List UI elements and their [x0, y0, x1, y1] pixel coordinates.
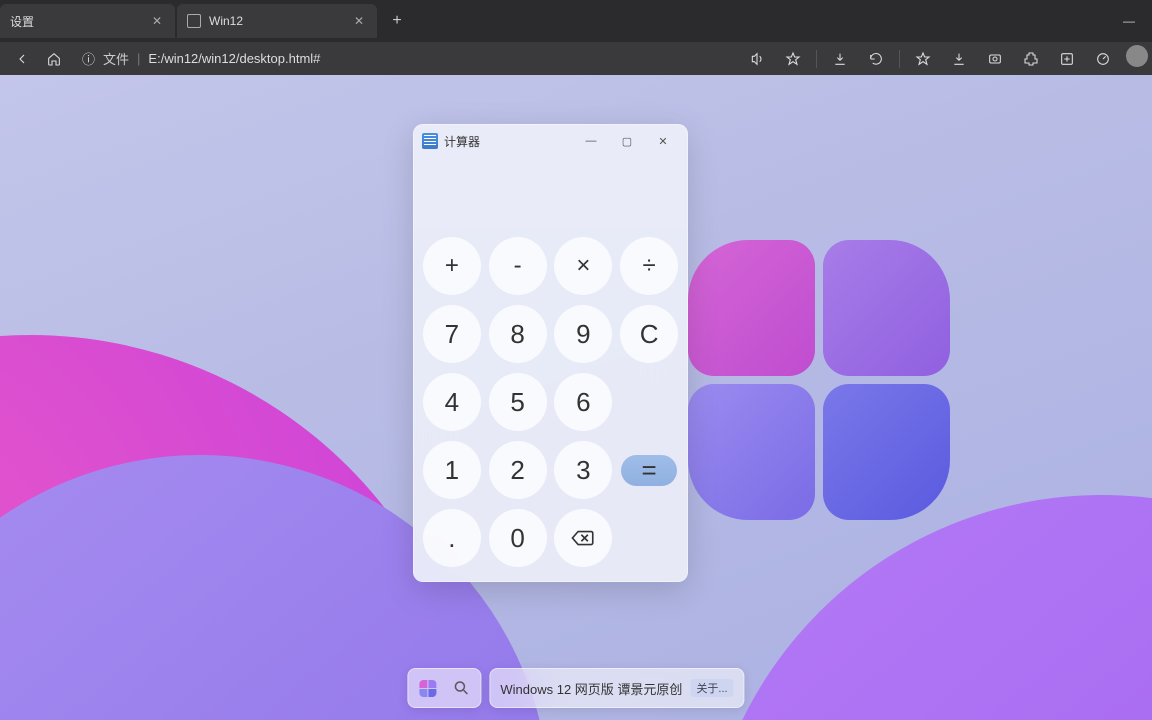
downloads-icon[interactable] — [823, 45, 857, 73]
plus-key[interactable]: + — [423, 237, 481, 295]
key-1[interactable]: 1 — [423, 441, 481, 499]
clear-key[interactable]: C — [620, 305, 678, 363]
avatar[interactable] — [1126, 45, 1148, 67]
favorites-bar-icon[interactable] — [906, 45, 940, 73]
read-aloud-icon[interactable] — [740, 45, 774, 73]
key-2[interactable]: 2 — [489, 441, 547, 499]
key-7[interactable]: 7 — [423, 305, 481, 363]
keypad: + - × ÷ 7 8 9 C 4 5 6 = 1 2 3 . 0 — [414, 229, 687, 581]
key-3[interactable]: 3 — [554, 441, 612, 499]
calculator-window: 计算器 — ▢ ✕ + - × ÷ 7 8 9 C 4 5 6 = 1 2 3 … — [413, 124, 688, 582]
search-button[interactable] — [446, 673, 476, 703]
minus-key[interactable]: - — [489, 237, 547, 295]
search-icon — [452, 679, 470, 697]
performance-icon[interactable] — [1086, 45, 1120, 73]
calc-display — [414, 157, 687, 229]
divide-key[interactable]: ÷ — [620, 237, 678, 295]
start-button[interactable] — [412, 673, 442, 703]
key-0[interactable]: 0 — [489, 509, 547, 567]
decimal-key[interactable]: . — [423, 509, 481, 567]
taskbar: Windows 12 网页版 谭景元原创 关于... — [407, 668, 744, 708]
collections-icon[interactable] — [1050, 45, 1084, 73]
home-button[interactable] — [40, 45, 68, 73]
refresh-icon[interactable] — [859, 45, 893, 73]
key-8[interactable]: 8 — [489, 305, 547, 363]
favorite-icon[interactable] — [776, 45, 810, 73]
tab-title: 设置 — [10, 13, 141, 30]
address-bar: ⓘ 文件 | E:/win12/win12/desktop.html# — [0, 42, 1152, 75]
taskbar-title-group[interactable]: Windows 12 网页版 谭景元原创 关于... — [489, 668, 744, 708]
tab-settings[interactable]: 设置 ✕ — [0, 4, 175, 38]
window-title: 计算器 — [444, 133, 573, 150]
minimize-button[interactable]: — — [573, 127, 609, 155]
backspace-icon — [570, 527, 596, 549]
close-icon[interactable]: ✕ — [149, 14, 165, 28]
close-icon[interactable]: ✕ — [351, 14, 367, 28]
key-4[interactable]: 4 — [423, 373, 481, 431]
key-9[interactable]: 9 — [554, 305, 612, 363]
back-button[interactable] — [8, 45, 36, 73]
equals-key[interactable]: = — [621, 455, 677, 486]
titlebar[interactable]: 计算器 — ▢ ✕ — [414, 125, 687, 157]
file-label: 文件 — [103, 49, 129, 68]
close-button[interactable]: ✕ — [645, 127, 681, 155]
tab-strip: 设置 ✕ Win12 ✕ + — — [0, 0, 1152, 42]
maximize-button[interactable]: ▢ — [609, 127, 645, 155]
tab-title: Win12 — [209, 14, 343, 28]
wallpaper-shape — [702, 495, 1152, 720]
screenshot-icon[interactable] — [978, 45, 1012, 73]
tab-win12[interactable]: Win12 ✕ — [177, 4, 377, 38]
extensions-icon[interactable] — [1014, 45, 1048, 73]
minimize-button[interactable]: — — [1106, 0, 1152, 42]
windows-logo — [688, 240, 950, 520]
about-button[interactable]: 关于... — [690, 679, 733, 697]
toolbar-right — [740, 45, 1144, 73]
window-controls: — — [1106, 0, 1152, 42]
site-info-icon[interactable]: ⓘ — [82, 49, 95, 68]
multiply-key[interactable]: × — [554, 237, 612, 295]
url-text: E:/win12/win12/desktop.html# — [148, 51, 320, 66]
key-6[interactable]: 6 — [554, 373, 612, 431]
new-tab-button[interactable]: + — [383, 7, 411, 35]
taskbar-title: Windows 12 网页版 谭景元原创 — [500, 679, 682, 698]
url-field[interactable]: ⓘ 文件 | E:/win12/win12/desktop.html# — [72, 45, 736, 73]
windows-logo-icon — [419, 680, 436, 697]
calculator-icon — [422, 133, 438, 149]
download-icon[interactable] — [942, 45, 976, 73]
page-icon — [187, 14, 201, 28]
key-5[interactable]: 5 — [489, 373, 547, 431]
browser-chrome: 设置 ✕ Win12 ✕ + — ⓘ 文件 | E:/win12/win12/d… — [0, 0, 1152, 75]
backspace-key[interactable] — [554, 509, 612, 567]
taskbar-left — [407, 668, 481, 708]
